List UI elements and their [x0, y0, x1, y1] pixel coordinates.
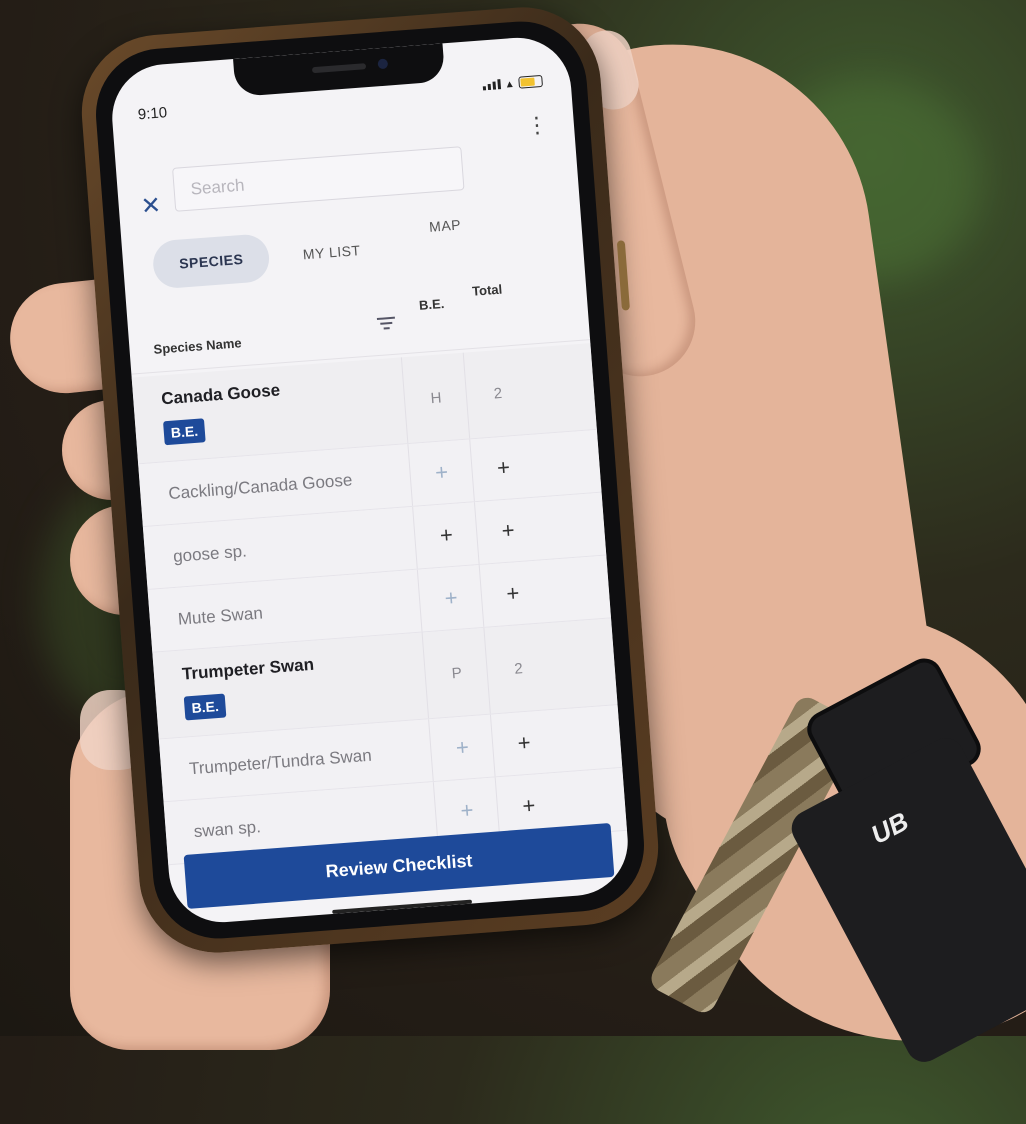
be-value: P — [451, 664, 463, 682]
breeding-evidence-badge: B.E. — [163, 418, 206, 446]
notch — [233, 43, 446, 97]
be-cell[interactable]: + — [416, 565, 485, 632]
status-icons: ▴ — [482, 74, 544, 92]
species-name: Trumpeter Swan — [181, 654, 315, 684]
home-indicator — [332, 899, 473, 915]
be-cell[interactable]: P — [421, 627, 491, 719]
add-count-icon[interactable]: + — [521, 793, 536, 820]
close-icon[interactable]: ✕ — [140, 191, 162, 221]
speaker — [311, 63, 367, 74]
total-cell[interactable]: + — [473, 497, 542, 565]
total-cell[interactable]: + — [489, 709, 558, 777]
species-list: Canada Goose B.E. H 2 Cackling/Canada Go… — [131, 343, 628, 866]
breeding-evidence-badge: B.E. — [183, 693, 227, 721]
total-column-header: Total — [471, 281, 503, 299]
wifi-icon: ▴ — [506, 76, 514, 91]
add-count-icon[interactable]: + — [506, 580, 521, 607]
be-cell[interactable]: H — [400, 352, 471, 444]
total-cell[interactable]: + — [478, 560, 547, 627]
front-camera — [377, 58, 389, 70]
battery-icon — [518, 74, 544, 89]
species-name-header: Species Name — [153, 335, 243, 357]
app-screen: 9:10 ▴ ⋮ ✕ Search SPECIES MY LIST MAP Sp… — [108, 33, 632, 927]
add-be-icon[interactable]: + — [439, 522, 454, 549]
add-be-icon[interactable]: + — [455, 734, 470, 761]
total-cell[interactable]: 2 — [483, 623, 553, 714]
be-cell[interactable]: + — [412, 502, 480, 569]
add-count-icon[interactable]: + — [496, 455, 511, 482]
tab-map[interactable]: MAP — [429, 216, 462, 234]
add-be-icon[interactable]: + — [444, 585, 459, 612]
species-name: goose sp. — [172, 541, 248, 566]
add-be-icon[interactable]: + — [460, 797, 475, 824]
signal-icon — [482, 79, 502, 91]
total-value: 2 — [493, 384, 503, 402]
be-value: H — [429, 388, 443, 407]
tab-species[interactable]: SPECIES — [151, 232, 271, 290]
more-vertical-icon[interactable]: ⋮ — [525, 112, 549, 139]
filter-icon[interactable] — [376, 314, 397, 333]
watch-brand-logo: UB — [865, 805, 914, 850]
be-cell[interactable]: + — [407, 439, 475, 506]
add-be-icon[interactable]: + — [434, 459, 449, 486]
species-name: Canada Goose — [160, 380, 281, 409]
status-time: 9:10 — [137, 104, 168, 124]
add-count-icon[interactable]: + — [501, 517, 516, 544]
be-cell[interactable]: + — [428, 714, 496, 782]
total-cell[interactable]: + — [469, 434, 537, 502]
add-count-icon[interactable]: + — [517, 730, 532, 757]
total-cell[interactable]: 2 — [462, 347, 532, 439]
phone: 9:10 ▴ ⋮ ✕ Search SPECIES MY LIST MAP Sp… — [76, 1, 664, 959]
species-name: Trumpeter/Tundra Swan — [188, 745, 373, 779]
species-name: Mute Swan — [177, 603, 264, 629]
total-value: 2 — [513, 659, 524, 678]
search-input[interactable]: Search — [172, 146, 465, 212]
tab-my-list[interactable]: MY LIST — [302, 242, 361, 262]
species-name: swan sp. — [193, 817, 262, 842]
species-name: Cackling/Canada Goose — [167, 470, 353, 504]
phone-bezel: 9:10 ▴ ⋮ ✕ Search SPECIES MY LIST MAP Sp… — [91, 16, 649, 944]
be-column-header: B.E. — [418, 295, 445, 313]
